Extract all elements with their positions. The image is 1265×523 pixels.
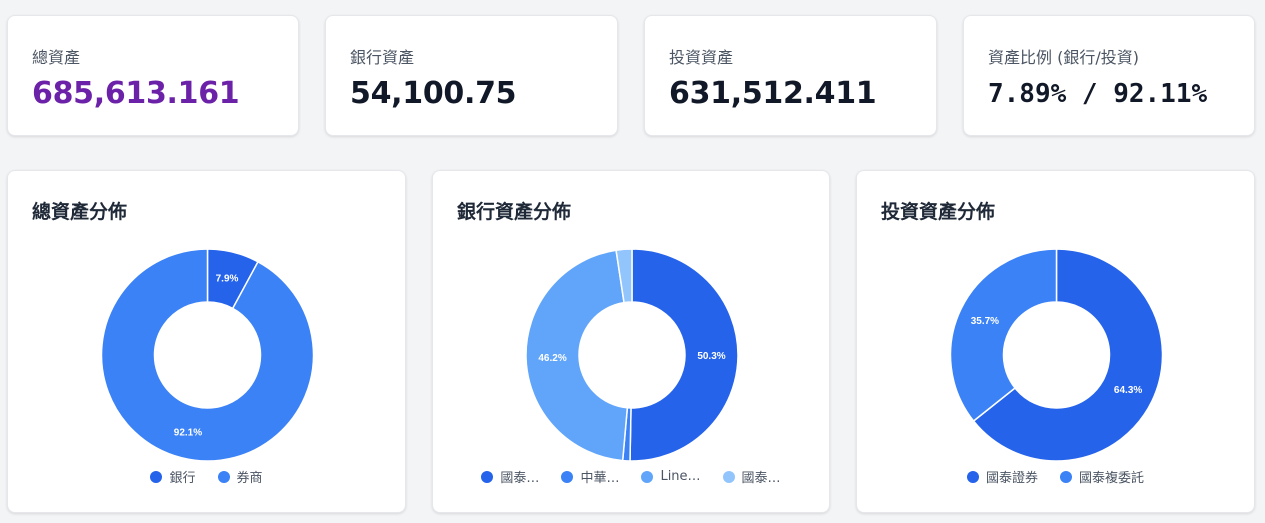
legend-swatch — [561, 470, 574, 483]
legend-swatch — [217, 470, 230, 483]
legend-label: 銀行 — [169, 471, 196, 486]
legend-item[interactable]: 國泰… — [722, 467, 781, 486]
donut-slice[interactable] — [100, 248, 315, 461]
legend-swatch — [641, 470, 654, 483]
legend-label: 中華… — [580, 471, 620, 486]
legend-label: 國泰證券 — [985, 471, 1038, 486]
legend-item[interactable]: 國泰證券 — [966, 467, 1038, 486]
slice-label: 92.1% — [174, 428, 202, 439]
chart-legend: 國泰證券 國泰複委託 — [857, 467, 1254, 486]
legend-item[interactable]: 國泰… — [481, 467, 539, 486]
slice-label: 46.2% — [538, 353, 566, 364]
donut-chart: 7.9% 92.1% — [100, 248, 315, 461]
legend-swatch — [1060, 470, 1072, 483]
slice-label: 35.7% — [971, 316, 999, 327]
legend-item[interactable]: 銀行 — [150, 467, 196, 486]
legend-label: 國泰… — [741, 471, 781, 486]
stat-card-total-assets: 總資產 685,613.161 — [7, 15, 299, 136]
stat-card-investment-assets: 投資資產 631,512.411 — [644, 15, 937, 136]
legend-label: 券商 — [236, 471, 263, 486]
donut-chart: 50.3% 46.2% — [525, 248, 739, 461]
legend-label: 國泰複委託 — [1079, 471, 1145, 486]
slice-label: 7.9% — [216, 273, 239, 284]
stat-label: 總資產 — [32, 48, 81, 67]
legend-item[interactable]: 國泰複委託 — [1060, 467, 1144, 486]
chart-legend: 銀行 券商 — [8, 467, 405, 486]
slice-label: 50.3% — [697, 351, 725, 362]
slice-label: 64.3% — [1114, 385, 1142, 396]
stat-card-asset-ratio: 資產比例 (銀行/投資) 7.89% / 92.11% — [963, 15, 1255, 136]
chart-card-investment-distribution: 投資資產分佈 64.3% 35.7% 國泰證券 國泰複委託 — [856, 170, 1255, 513]
donut-slice[interactable] — [949, 248, 1058, 423]
stat-label: 投資資產 — [669, 48, 734, 67]
stat-value: 685,613.161 — [32, 76, 240, 111]
legend-item[interactable]: 中華… — [561, 467, 619, 486]
stat-label: 資產比例 (銀行/投資) — [988, 48, 1139, 67]
stat-value: 54,100.75 — [350, 76, 517, 111]
legend-label: 國泰… — [500, 471, 540, 486]
chart-card-bank-distribution: 銀行資產分佈 50.3% 46.2% 國泰… 中華… Line… 國泰… — [432, 170, 830, 513]
stat-card-bank-assets: 銀行資產 54,100.75 — [325, 15, 618, 136]
chart-card-total-distribution: 總資產分佈 7.9% 92.1% 銀行 券商 — [7, 170, 406, 513]
chart-legend: 國泰… 中華… Line… 國泰… — [433, 467, 829, 486]
stat-value: 631,512.411 — [669, 76, 877, 111]
donut-chart: 64.3% 35.7% — [949, 248, 1164, 461]
legend-swatch — [722, 470, 735, 483]
stat-label: 銀行資產 — [350, 48, 415, 67]
stat-value: 7.89% / 92.11% — [988, 79, 1208, 109]
legend-swatch — [481, 470, 494, 483]
legend-item[interactable]: 券商 — [217, 467, 263, 486]
legend-swatch — [966, 470, 979, 483]
legend-item[interactable]: Line… — [641, 467, 701, 486]
legend-label: Line… — [660, 469, 701, 484]
legend-swatch — [150, 470, 163, 483]
